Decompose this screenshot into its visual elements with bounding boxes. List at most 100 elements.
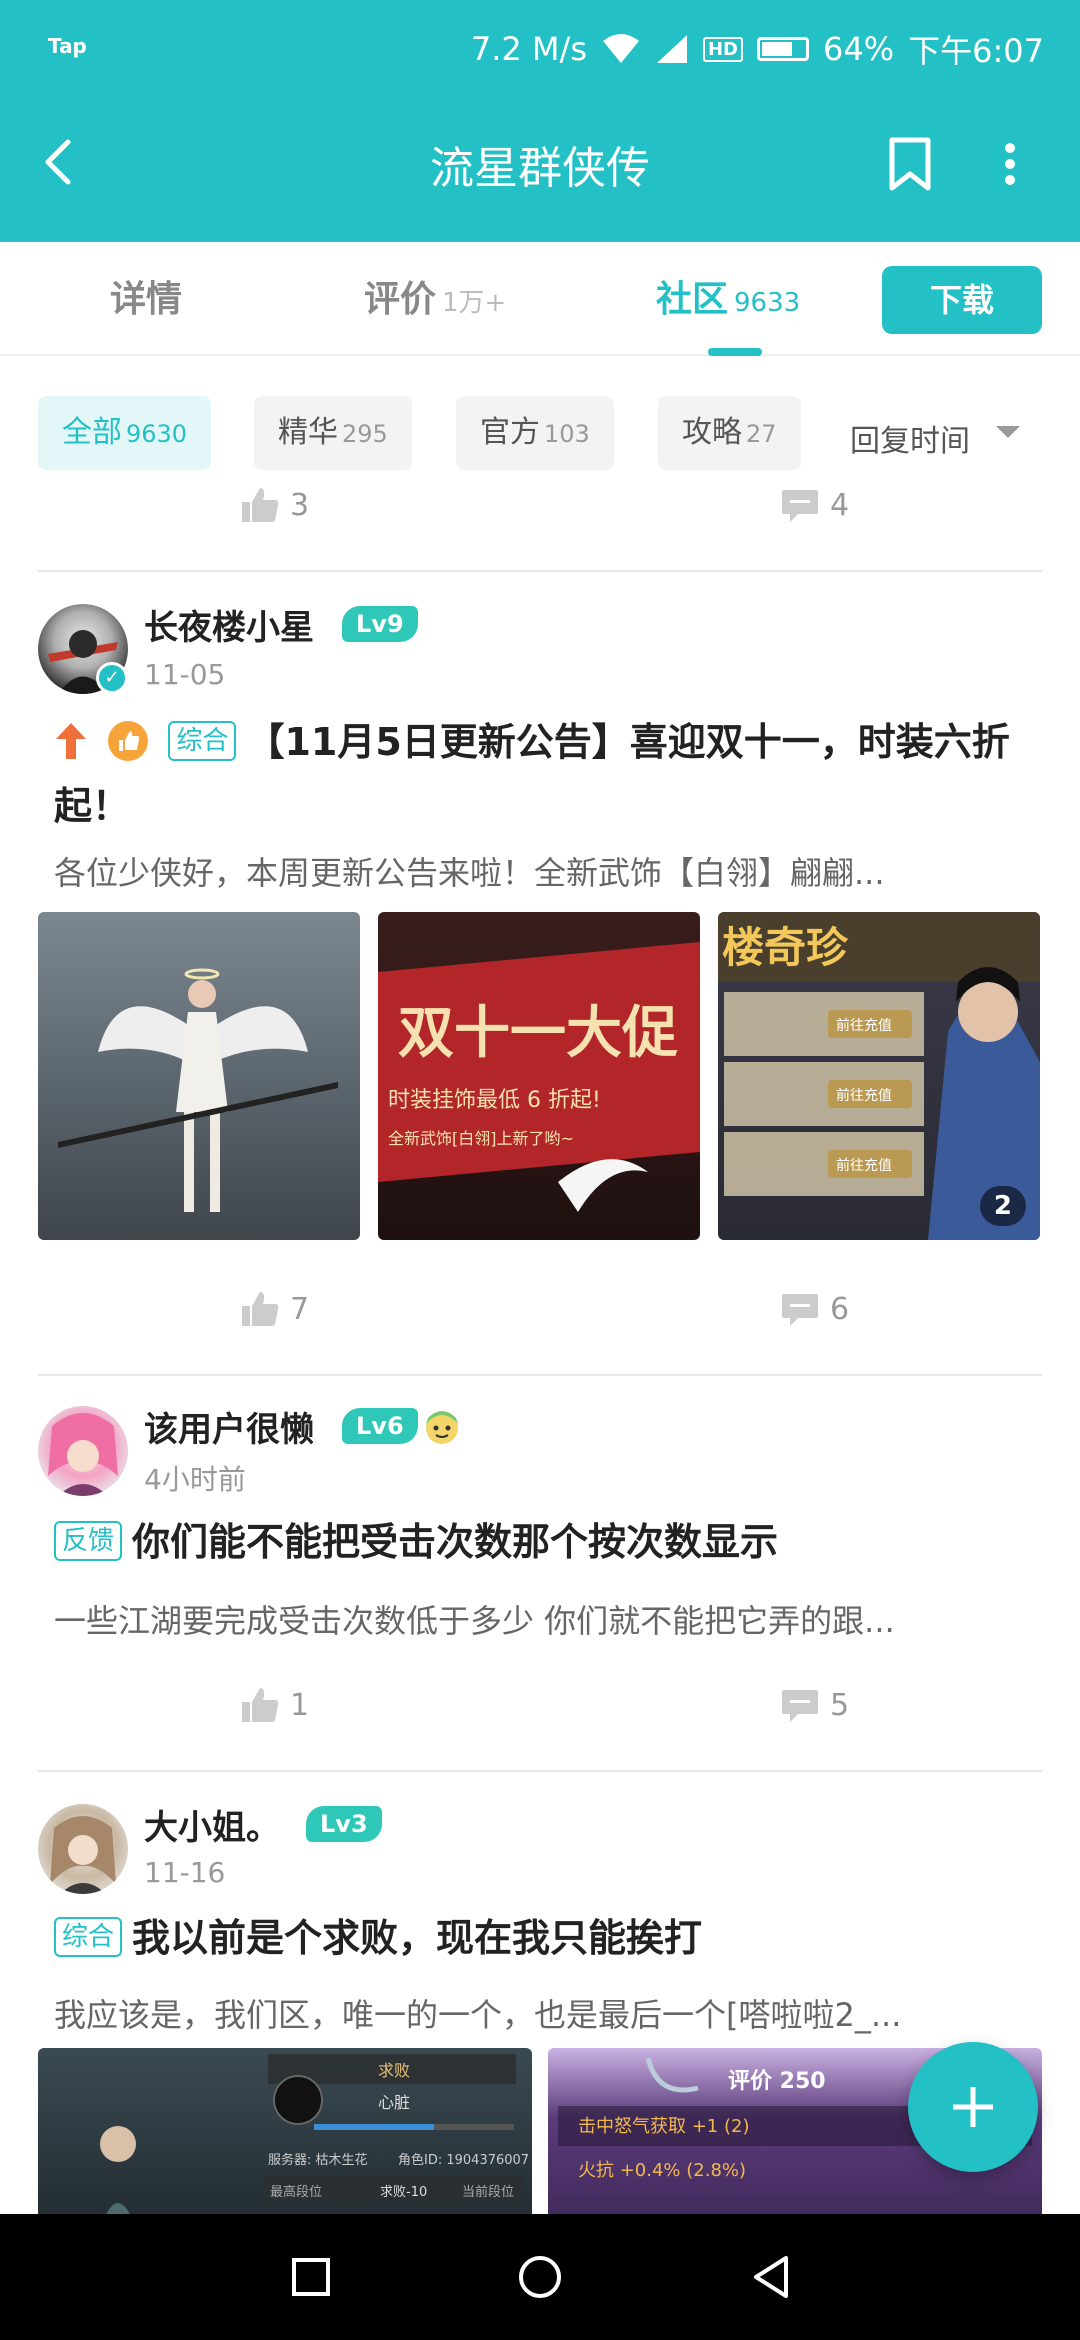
avatar[interactable] bbox=[38, 1406, 128, 1496]
post-excerpt[interactable]: 各位少侠好，本周更新公告来啦！全新武饰【白翎】翩翩... bbox=[54, 848, 1024, 894]
like-button[interactable]: 7 bbox=[240, 1290, 309, 1328]
bookmark-icon[interactable] bbox=[880, 134, 940, 194]
post-feed[interactable]: 3 4 ✓ 长夜楼小星 Lv9 11-05 综合 【11月5日更新公告】喜迎双十一… bbox=[0, 470, 1080, 2214]
game-profile-screenshot: 求败 心脏 服务器: 枯木生花 角色ID: 1904376007 最高段位 求败… bbox=[100, 2054, 529, 2214]
clock: 下午6:07 bbox=[908, 32, 1044, 70]
item-stat: 击中怒气获取 +1 (2) bbox=[578, 2116, 749, 2137]
server-text: 服务器: 枯木生花 bbox=[268, 2152, 368, 2168]
filter-official[interactable]: 官方 103 bbox=[456, 396, 614, 470]
wifi-icon bbox=[602, 34, 639, 63]
highest-rank-label: 最高段位 bbox=[270, 2184, 322, 2200]
post-title[interactable]: 综合 【11月5日更新公告】喜迎双十一，时装六折起！ bbox=[54, 710, 1024, 838]
like-button[interactable]: 3 bbox=[240, 486, 309, 524]
more-vertical-icon[interactable] bbox=[990, 134, 1030, 194]
new-post-button[interactable] bbox=[908, 2042, 1038, 2172]
post-time: 4小时前 bbox=[144, 1463, 246, 1496]
comment-icon bbox=[782, 1690, 818, 1722]
comment-count: 4 bbox=[830, 487, 850, 523]
signal-icon bbox=[656, 35, 687, 63]
tab-count: 1万+ bbox=[442, 288, 507, 318]
role-id-text: 角色ID: 1904376007 bbox=[398, 2152, 529, 2168]
battery-percent: 64% bbox=[823, 30, 895, 68]
avatar[interactable] bbox=[38, 1804, 128, 1894]
comment-count: 5 bbox=[830, 1687, 850, 1723]
comment-button[interactable]: 4 bbox=[780, 486, 849, 524]
active-tab-indicator bbox=[708, 348, 762, 356]
carrier-label: Tap bbox=[48, 34, 87, 58]
filter-label: 攻略 bbox=[682, 415, 742, 450]
tab-bar: 详情 评价 1万+ 社区 9633 下载 bbox=[0, 242, 1080, 356]
username[interactable]: 该用户很懒 bbox=[144, 1402, 314, 1451]
item-score: 评价 250 bbox=[728, 2069, 826, 2094]
filter-featured[interactable]: 精华 295 bbox=[254, 396, 412, 470]
filter-bar: 全部 9630 精华 295 官方 103 攻略 27 回复时间 bbox=[0, 396, 1080, 470]
shop-title: 楼奇珍 bbox=[722, 923, 849, 972]
like-count: 3 bbox=[290, 487, 310, 523]
banner-title: 双十一大促 bbox=[398, 1000, 678, 1066]
tab-label: 社区 bbox=[656, 279, 729, 320]
username[interactable]: 大小姐。 bbox=[144, 1800, 280, 1849]
like-button[interactable]: 1 bbox=[240, 1686, 309, 1724]
featured-thumb-icon bbox=[108, 720, 149, 761]
category-tag: 反馈 bbox=[54, 1520, 123, 1561]
tab-count: 9633 bbox=[734, 288, 801, 318]
sort-dropdown[interactable]: 回复时间 bbox=[850, 416, 970, 460]
tab-reviews[interactable]: 评价 1万+ bbox=[364, 270, 506, 322]
top-pinned-icon bbox=[56, 722, 86, 759]
filter-all[interactable]: 全部 9630 bbox=[38, 396, 212, 470]
hd-icon: HD bbox=[702, 36, 743, 62]
tab-details[interactable]: 详情 bbox=[110, 270, 182, 322]
tab-label: 详情 bbox=[110, 279, 183, 320]
app-bar: 流星群侠传 bbox=[0, 96, 1080, 242]
post-title[interactable]: 综合 我以前是个求败，现在我只能挨打 bbox=[54, 1906, 1024, 1970]
more-images-badge: 2 bbox=[979, 1186, 1026, 1226]
post-image[interactable]: 楼奇珍 前往充值 前往充值 前往充值 2 bbox=[718, 912, 1040, 1240]
user-badge-icon bbox=[426, 1411, 458, 1444]
current-rank-label: 当前段位 bbox=[462, 2184, 514, 2200]
post-excerpt[interactable]: 我应该是，我们区，唯一的一个，也是最后一个[嗒啦啦2_... bbox=[54, 1990, 1024, 2036]
system-nav-bar bbox=[0, 2214, 1080, 2340]
level-badge: Lv6 bbox=[342, 1408, 418, 1444]
post-title-text: 你们能不能把受击次数那个按次数显示 bbox=[132, 1520, 779, 1564]
angel-character-illustration bbox=[58, 968, 338, 1212]
filter-count: 9630 bbox=[126, 420, 188, 448]
network-speed: 7.2 M/s bbox=[470, 30, 587, 68]
banner-caption: 全新武饰[白翎]上新了哟~ bbox=[388, 1129, 574, 1148]
thumbs-up-icon bbox=[242, 488, 279, 522]
rank-text: 求败 bbox=[378, 2061, 410, 2080]
divider bbox=[38, 1770, 1042, 1772]
recent-apps-icon[interactable] bbox=[240, 2214, 380, 2340]
like-count: 1 bbox=[290, 1687, 310, 1723]
thumbs-up-icon bbox=[242, 1292, 279, 1326]
comment-button[interactable]: 6 bbox=[780, 1290, 849, 1328]
comment-icon bbox=[782, 1294, 818, 1326]
download-button[interactable]: 下载 bbox=[882, 266, 1042, 334]
post-image[interactable] bbox=[38, 912, 360, 1240]
post-title[interactable]: 反馈 你们能不能把受击次数那个按次数显示 bbox=[54, 1510, 1024, 1574]
filter-guides[interactable]: 攻略 27 bbox=[658, 396, 801, 470]
tab-label: 评价 bbox=[364, 279, 437, 320]
tab-community[interactable]: 社区 9633 bbox=[656, 270, 800, 322]
thumbs-up-icon bbox=[242, 1688, 279, 1722]
highest-rank-value: 求败-10 bbox=[380, 2185, 427, 2200]
shop-button-text: 前往充值 bbox=[836, 1157, 892, 1174]
home-icon[interactable] bbox=[470, 2214, 610, 2340]
verified-icon: ✓ bbox=[96, 662, 128, 694]
username[interactable]: 长夜楼小星 bbox=[144, 600, 314, 649]
post-excerpt[interactable]: 一些江湖要完成受击次数低于多少 你们就不能把它弄的跟... bbox=[54, 1596, 1024, 1642]
filter-label: 全部 bbox=[62, 415, 122, 450]
category-tag: 综合 bbox=[168, 720, 237, 761]
post-image[interactable]: 求败 心脏 服务器: 枯木生花 角色ID: 1904376007 最高段位 求败… bbox=[38, 2048, 532, 2214]
comment-count: 6 bbox=[830, 1291, 850, 1327]
avatar-image bbox=[50, 1816, 116, 1894]
post-image[interactable]: 双十一大促 时装挂饰最低 6 折起! 全新武饰[白翎]上新了哟~ bbox=[378, 912, 700, 1240]
back-triangle-icon[interactable] bbox=[700, 2214, 840, 2340]
post-time: 11-16 bbox=[144, 1856, 226, 1889]
comment-button[interactable]: 5 bbox=[780, 1686, 849, 1724]
filter-count: 103 bbox=[544, 420, 590, 448]
avatar-image bbox=[48, 1413, 118, 1496]
chevron-down-icon[interactable] bbox=[996, 426, 1020, 438]
shop-button-text: 前往充值 bbox=[836, 1017, 892, 1034]
banner-subtitle: 时装挂饰最低 6 折起! bbox=[388, 1088, 601, 1113]
filter-count: 27 bbox=[746, 420, 777, 448]
